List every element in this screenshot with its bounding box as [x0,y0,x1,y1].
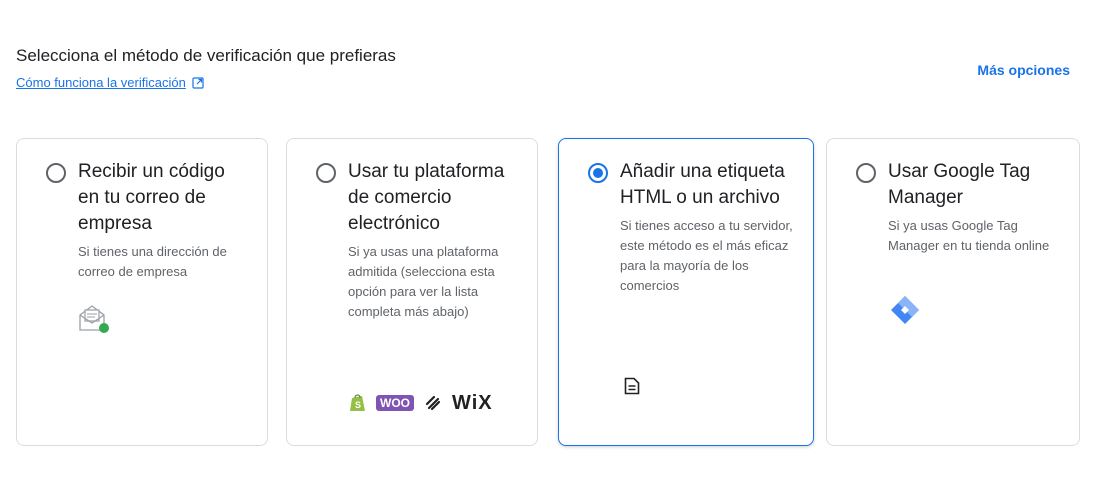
option-description: Si ya usas Google Tag Manager en tu tien… [888,218,1050,253]
platform-logos: S WOO WiX [349,393,493,413]
radio-button[interactable] [316,163,336,183]
woocommerce-logo: WOO [376,395,414,411]
shopify-logo: S [350,394,365,411]
google-tag-manager-icon [889,294,921,331]
radio-selected-dot [593,168,603,178]
document-icon [624,377,640,400]
help-link-label: Cómo funciona la verificación [16,75,186,90]
more-options-link[interactable]: Más opciones [977,62,1070,78]
svg-text:S: S [355,400,361,410]
verification-option-google-tag-manager[interactable]: Usar Google Tag Manager Si ya usas Googl… [826,138,1080,446]
verification-option-ecommerce-platform[interactable]: Usar tu plataforma de comercio electróni… [286,138,538,446]
option-description: Si tienes acceso a tu servidor, este mét… [620,218,793,293]
page-title: Selecciona el método de verificación que… [16,46,396,65]
option-title: Usar Google Tag Manager [888,161,1031,208]
option-title: Usar tu plataforma de comercio electróni… [348,161,505,234]
option-title: Añadir una etiqueta HTML o un archivo [620,161,785,208]
email-verification-icon [77,302,111,339]
verification-option-email[interactable]: Recibir un código en tu correo de empres… [16,138,268,446]
option-title: Recibir un código en tu correo de empres… [78,161,225,234]
radio-button[interactable] [46,163,66,183]
option-description: Si tienes una dirección de correo de emp… [78,244,227,279]
radio-button[interactable] [856,163,876,183]
verification-option-html-tag[interactable]: Añadir una etiqueta HTML o un archivo Si… [558,138,814,446]
wix-logo: WiX [452,392,493,414]
radio-button-selected[interactable] [588,163,608,183]
squarespace-logo [425,395,441,411]
external-link-icon [192,76,204,89]
option-description: Si ya usas una plataforma admitida (sele… [348,244,499,319]
help-link[interactable]: Cómo funciona la verificación [16,75,204,90]
